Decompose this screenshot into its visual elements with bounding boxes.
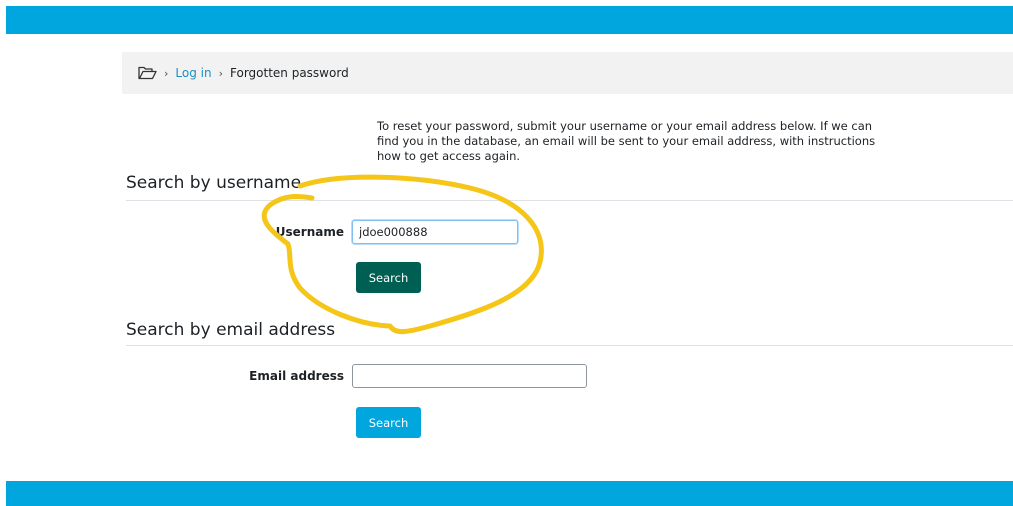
- footer-bar: [6, 481, 1013, 506]
- username-section-title: Search by username: [126, 173, 302, 193]
- header-bar: [6, 6, 1013, 34]
- folder-open-icon[interactable]: [138, 66, 157, 80]
- email-section-divider: [126, 345, 1013, 346]
- username-section-divider: [126, 200, 1013, 201]
- intro-text: To reset your password, submit your user…: [377, 119, 876, 163]
- breadcrumb: › Log in › Forgotten password: [122, 52, 1013, 94]
- search-username-button[interactable]: Search: [356, 262, 421, 293]
- breadcrumb-separator-icon: ›: [164, 66, 169, 80]
- breadcrumb-separator-icon: ›: [218, 66, 223, 80]
- username-label: Username: [275, 225, 344, 239]
- breadcrumb-current: Forgotten password: [230, 66, 349, 80]
- breadcrumb-login-link[interactable]: Log in: [175, 66, 211, 80]
- email-input[interactable]: [352, 364, 587, 388]
- username-input[interactable]: [352, 220, 518, 244]
- search-email-button[interactable]: Search: [356, 407, 421, 438]
- email-label: Email address: [249, 369, 344, 383]
- email-section-title: Search by email address: [126, 320, 336, 340]
